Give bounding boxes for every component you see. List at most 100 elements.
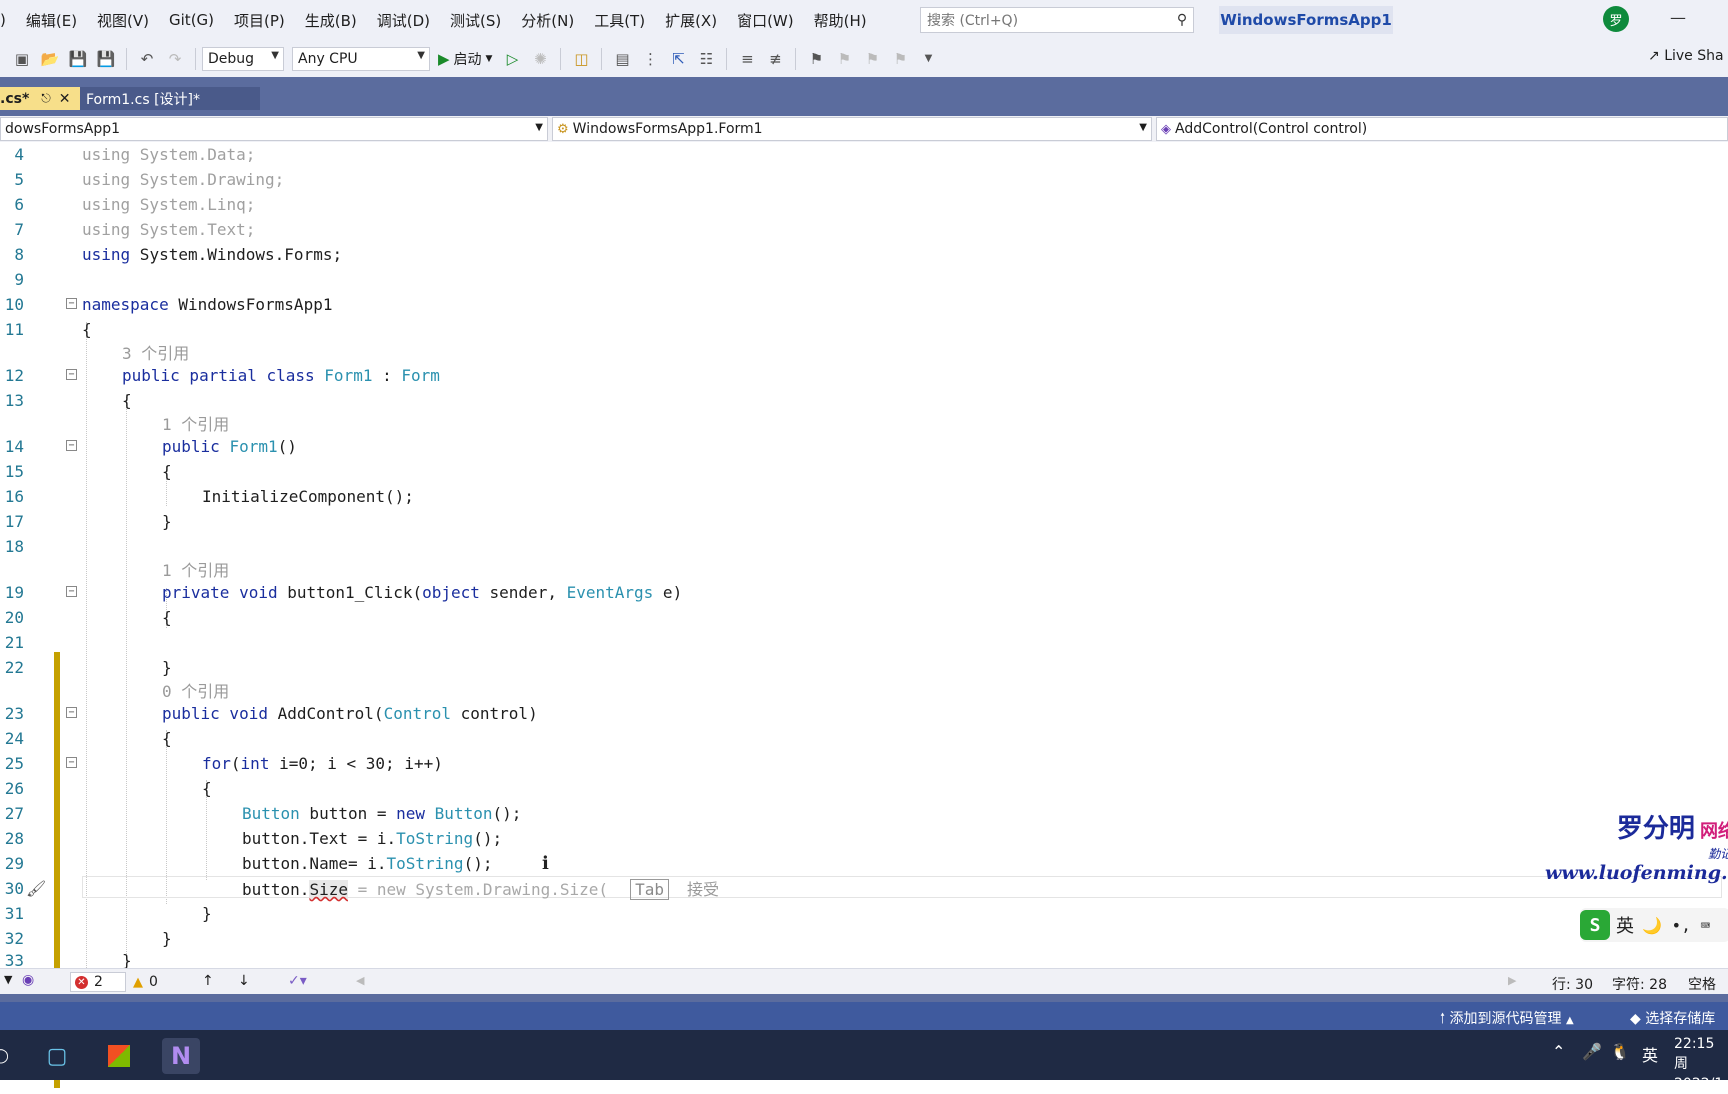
next-bookmark-icon[interactable]: ⚑ xyxy=(860,47,884,71)
keyword: public partial class xyxy=(122,365,315,385)
live-share-button[interactable]: ↗ Live Sha xyxy=(1648,48,1724,64)
step-icon[interactable]: ⋮ xyxy=(638,47,662,71)
format-icon[interactable]: ☷ xyxy=(694,47,718,71)
platform-select[interactable]: Any CPU ▼ xyxy=(292,46,430,71)
code-text: public void AddControl(Control control) xyxy=(162,704,538,723)
start-button[interactable]: ▶ 启动 ▼ xyxy=(438,49,492,69)
menu-item-project[interactable]: 项目(P) xyxy=(224,10,295,31)
menu-item-test[interactable]: 测试(S) xyxy=(440,10,511,31)
scroll-left-icon[interactable]: ◀ xyxy=(356,974,364,987)
collapse-icon[interactable]: − xyxy=(66,757,77,768)
save-all-icon[interactable]: 💾 xyxy=(94,47,118,71)
whitespace-mode[interactable]: 空格 xyxy=(1688,974,1716,994)
pin-icon[interactable]: ⎋ xyxy=(41,91,51,106)
document-tabs: .cs* ⎋ ✕ Form1.cs [设计]* xyxy=(0,77,1728,116)
search-box[interactable]: 搜索 (Ctrl+Q) ⚲ xyxy=(920,7,1194,33)
search-icon[interactable]: ⚲ xyxy=(1171,12,1193,28)
minimize-button[interactable]: — xyxy=(1670,8,1686,27)
menu-item-help[interactable]: 帮助(H) xyxy=(804,10,877,31)
hot-reload-icon[interactable]: ✺ xyxy=(528,47,552,71)
notepad-app-icon[interactable]: ▢ xyxy=(38,1038,76,1074)
redo-icon[interactable]: ↷ xyxy=(163,47,187,71)
new-project-icon[interactable]: ▣ xyxy=(10,47,34,71)
arrow-down-icon[interactable]: ↓ xyxy=(238,973,250,989)
microphone-icon[interactable]: 🎤 xyxy=(1582,1042,1602,1061)
tray-expand-icon[interactable]: ⌃ xyxy=(1552,1042,1565,1061)
menu-item-git[interactable]: Git(G) xyxy=(159,11,224,29)
avatar[interactable]: 罗 xyxy=(1603,6,1629,32)
code-token: button.Text = i. xyxy=(242,828,397,848)
add-to-source-control-button[interactable]: 🠑 添加到源代码管理 ▲ xyxy=(1440,1008,1574,1032)
tab-form1-designer[interactable]: Form1.cs [设计]* xyxy=(80,87,260,110)
warning-count[interactable]: ▲ 0 xyxy=(133,974,158,990)
copilot-icon[interactable]: ◉ xyxy=(22,972,34,988)
cursor-col[interactable]: 字符: 28 xyxy=(1612,974,1667,994)
ime-extra-icons[interactable]: 🌙 •, ⌨ xyxy=(1642,916,1710,935)
arrow-up-icon[interactable]: ↑ xyxy=(202,973,214,989)
system-clock[interactable]: 22:15 周 2022/1 xyxy=(1674,1034,1728,1094)
menu-item-analyze[interactable]: 分析(N) xyxy=(511,10,584,31)
code-editor[interactable]: 4 using System.Data; 5 using System.Draw… xyxy=(0,142,1728,1088)
collapse-icon[interactable]: − xyxy=(66,586,77,597)
tab-form1-cs[interactable]: .cs* ⎋ ✕ xyxy=(0,87,80,110)
open-folder-icon[interactable]: 📂 xyxy=(38,47,62,71)
project-select[interactable]: dowsFormsApp1 ▼ xyxy=(0,117,548,141)
search-taskbar-icon[interactable]: ◯ xyxy=(0,1038,20,1074)
codelens-references[interactable]: 1 个引用 xyxy=(162,411,229,435)
select-repository-button[interactable]: ◆ 选择存储库 xyxy=(1630,1008,1715,1028)
uncomment-icon[interactable]: ≢ xyxy=(763,47,787,71)
line-number: 16 xyxy=(4,486,24,506)
menu-item-window[interactable]: 窗口(W) xyxy=(727,10,804,31)
code-token: ( xyxy=(230,753,241,773)
error-count-badge[interactable]: ✕ 2 xyxy=(70,972,126,992)
codelens-references[interactable]: 0 个引用 xyxy=(162,678,229,702)
save-icon[interactable]: 💾 xyxy=(66,47,90,71)
prev-bookmark-icon[interactable]: ⚑ xyxy=(832,47,856,71)
error-icon: ✕ xyxy=(75,975,88,989)
quick-action-icon[interactable]: 🖌 xyxy=(26,879,46,898)
class-select[interactable]: ⚙ WindowsFormsApp1.Form1 ▼ xyxy=(552,117,1152,141)
comment-icon[interactable]: ≡ xyxy=(735,47,759,71)
ime-language-tray[interactable]: 英 xyxy=(1642,1042,1658,1066)
codelens-references[interactable]: 1 个引用 xyxy=(162,557,229,581)
visual-studio-app-icon[interactable]: N xyxy=(162,1038,200,1074)
config-select[interactable]: Debug ▼ xyxy=(202,46,284,71)
code-line: 18 xyxy=(0,534,1728,558)
tab-label: Form1.cs [设计]* xyxy=(86,91,200,108)
menu-item-view[interactable]: 视图(V) xyxy=(87,10,159,31)
start-without-debug-icon[interactable]: ▷ xyxy=(500,47,524,71)
toolbar-overflow-icon[interactable]: ▼ xyxy=(916,47,940,71)
menu-item-debug[interactable]: 调试(D) xyxy=(367,10,440,31)
qq-icon[interactable]: 🐧 xyxy=(1610,1042,1630,1061)
align-icon[interactable]: ⇱ xyxy=(666,47,690,71)
ime-language[interactable]: 英 xyxy=(1616,912,1634,938)
solution-explorer-icon[interactable]: ◫ xyxy=(569,47,593,71)
scroll-right-icon[interactable]: ▶ xyxy=(1508,974,1516,987)
menu-item-file[interactable]: ) xyxy=(0,11,16,29)
collapse-icon[interactable]: − xyxy=(66,707,77,718)
ime-toolbar[interactable]: S 英 🌙 •, ⌨ xyxy=(1580,908,1728,942)
menu-item-edit[interactable]: 编辑(E) xyxy=(16,10,87,31)
menu-item-extensions[interactable]: 扩展(X) xyxy=(655,10,727,31)
layout-icon[interactable]: ▤ xyxy=(610,47,634,71)
code-token: e) xyxy=(653,582,683,602)
close-icon[interactable]: ✕ xyxy=(59,91,71,107)
code-text: public partial class Form1 : Form xyxy=(122,366,440,385)
file-explorer-app-icon[interactable] xyxy=(100,1038,138,1074)
watermark-name: 罗分明 xyxy=(1616,814,1695,844)
collapse-icon[interactable]: − xyxy=(66,440,77,451)
bookmark-icon[interactable]: ⚑ xyxy=(804,47,828,71)
member-select[interactable]: ◈ AddControl(Control control) xyxy=(1156,117,1728,141)
cursor-row[interactable]: 行: 30 xyxy=(1552,974,1593,994)
zoom-icon[interactable]: ▼ xyxy=(4,973,12,986)
menu-item-tools[interactable]: 工具(T) xyxy=(584,10,655,31)
clear-bookmarks-icon[interactable]: ⚑ xyxy=(888,47,912,71)
collapse-icon[interactable]: − xyxy=(66,298,77,309)
codelens-references[interactable]: 3 个引用 xyxy=(122,340,189,364)
collapse-icon[interactable]: − xyxy=(66,369,77,380)
codelens-line: 0 个引用 xyxy=(0,678,1728,702)
menu-item-build[interactable]: 生成(B) xyxy=(295,10,367,31)
line-number: 7 xyxy=(14,219,24,239)
undo-icon[interactable]: ↶ xyxy=(135,47,159,71)
cleanup-brush-icon[interactable]: ✓▾ xyxy=(288,973,307,989)
